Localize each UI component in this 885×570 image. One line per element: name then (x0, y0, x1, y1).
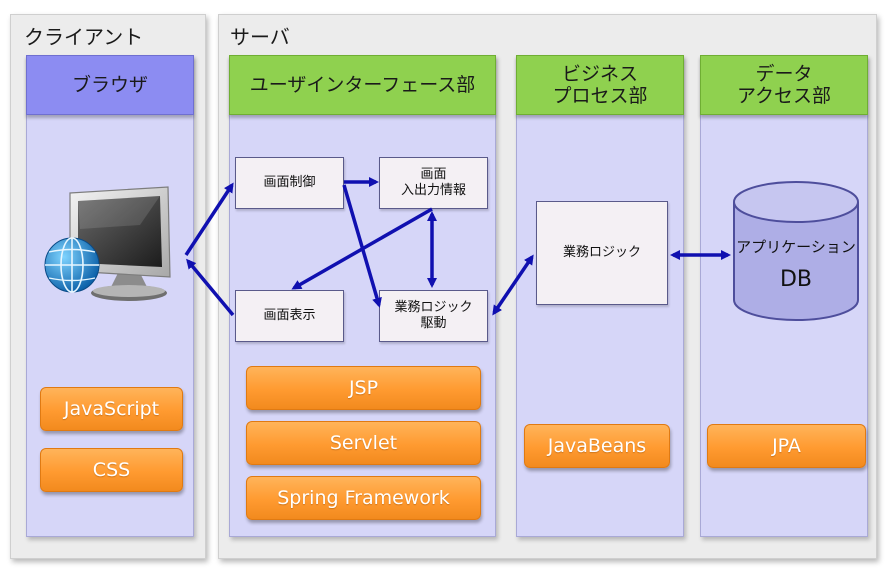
flow-arrows-layer (184, 177, 731, 317)
arrow-screen-control-to-logic-drive (342, 184, 382, 308)
arrow-screen-display-to-browser (186, 258, 235, 317)
arrow-logic-drive-business-logic-bidirectional (492, 254, 534, 316)
arrow-browser-to-screen-control (184, 182, 234, 256)
arrow-screen-io-to-screen-display (291, 207, 433, 290)
